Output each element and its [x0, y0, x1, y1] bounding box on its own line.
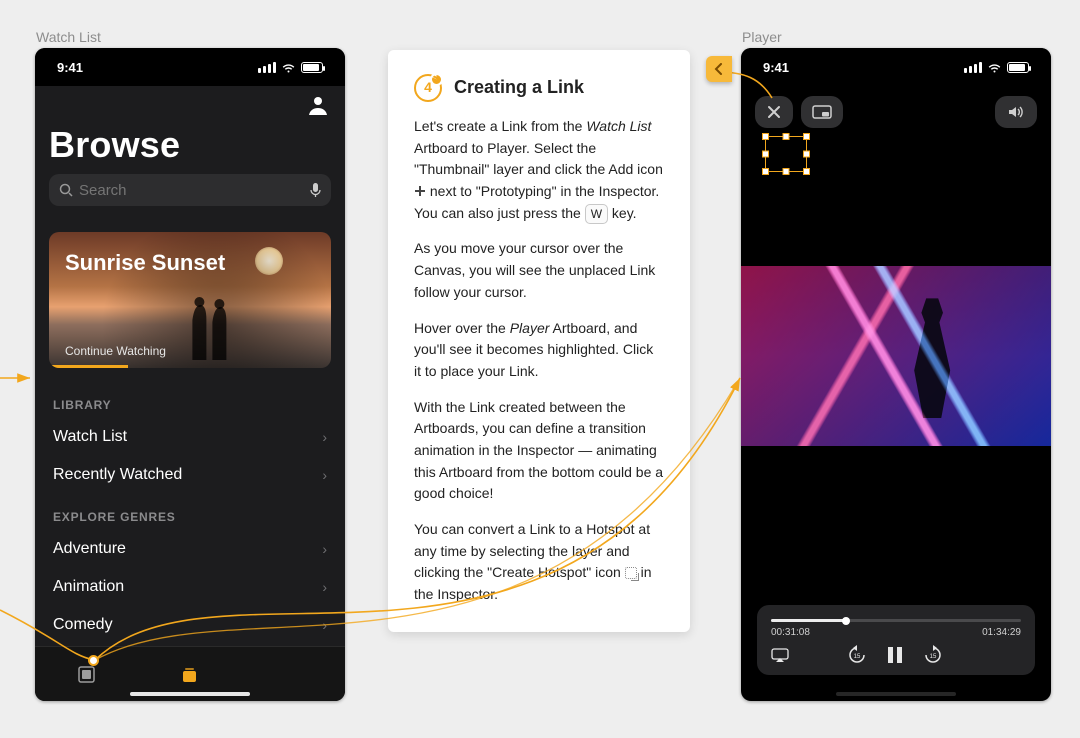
tutorial-paragraph: As you move your cursor over the Canvas,…: [414, 238, 664, 303]
pip-icon: [812, 105, 832, 119]
chevron-right-icon: ›: [322, 541, 327, 557]
hero-title: Sunrise Sunset: [49, 232, 331, 276]
link-origin-dot: [88, 655, 99, 666]
section-header-library: LIBRARY: [35, 382, 345, 418]
chevron-right-icon: ›: [322, 467, 327, 483]
time-elapsed: 00:31:08: [771, 627, 810, 638]
chevron-left-icon: [714, 63, 724, 75]
chevron-right-icon: ›: [322, 617, 327, 633]
tutorial-back-button[interactable]: [706, 56, 732, 82]
time-remaining: 01:34:29: [982, 627, 1021, 638]
artboard-watchlist[interactable]: 9:41 Browse Su: [35, 48, 345, 701]
forward-15-icon[interactable]: 15: [923, 645, 943, 665]
tutorial-paragraph: Hover over the Player Artboard, and you'…: [414, 318, 664, 383]
battery-icon: [1007, 62, 1029, 73]
back-15-icon[interactable]: 15: [847, 645, 867, 665]
artboard-label-player[interactable]: Player: [742, 29, 782, 45]
wifi-icon: [281, 62, 296, 73]
status-bar: 9:41: [741, 48, 1051, 86]
speaker-icon: [1007, 105, 1025, 119]
mic-icon[interactable]: [310, 182, 321, 198]
hero-artwork: [172, 290, 252, 360]
tutorial-title: Creating a Link: [454, 74, 584, 102]
player-controls: 00:31:08 01:34:29 15 15: [757, 605, 1035, 675]
scrubber[interactable]: [771, 619, 1021, 622]
artboard-label-watchlist[interactable]: Watch List: [36, 29, 101, 45]
page-title: Browse: [49, 122, 331, 174]
row-label: Adventure: [53, 540, 126, 558]
artboard-player[interactable]: 9:41 00:31:08: [741, 48, 1051, 701]
svg-text:15: 15: [930, 654, 937, 660]
scrubber-thumb[interactable]: [842, 617, 850, 625]
hotspot-icon: [625, 567, 637, 579]
plus-icon: [414, 185, 426, 197]
video-frame[interactable]: [741, 266, 1051, 446]
audio-button[interactable]: [995, 96, 1037, 128]
cellular-icon: [964, 62, 982, 73]
search-bar[interactable]: [49, 174, 331, 206]
tutorial-card: 4 Creating a Link Let's create a Link fr…: [388, 50, 690, 632]
search-icon: [59, 183, 73, 197]
row-label: Comedy: [53, 616, 113, 634]
player-top-bar: [741, 86, 1051, 136]
search-input[interactable]: [79, 182, 304, 199]
row-genre-adventure[interactable]: Adventure ›: [35, 530, 345, 568]
pause-icon[interactable]: [887, 646, 903, 664]
profile-icon[interactable]: [307, 94, 329, 116]
step-number-badge: 4: [414, 74, 442, 102]
close-icon: [767, 105, 781, 119]
chevron-right-icon: ›: [322, 429, 327, 445]
row-label: Watch List: [53, 428, 127, 446]
battery-icon: [301, 62, 323, 73]
close-button[interactable]: [755, 96, 793, 128]
keyboard-key: W: [585, 204, 608, 224]
tab-library-icon[interactable]: [77, 665, 96, 684]
row-recently-watched[interactable]: Recently Watched ›: [35, 456, 345, 494]
row-watch-list[interactable]: Watch List ›: [35, 418, 345, 456]
home-indicator[interactable]: [836, 692, 956, 696]
section-header-genres: EXPLORE GENRES: [35, 494, 345, 530]
status-bar: 9:41: [35, 48, 345, 86]
svg-text:15: 15: [854, 654, 861, 660]
tutorial-paragraph: Let's create a Link from the Watch List …: [414, 116, 664, 224]
row-label: Recently Watched: [53, 466, 182, 484]
status-time: 9:41: [57, 60, 83, 75]
hero-thumbnail[interactable]: Sunrise Sunset Continue Watching: [49, 232, 331, 368]
home-indicator[interactable]: [130, 692, 250, 696]
cellular-icon: [258, 62, 276, 73]
status-time: 9:41: [763, 60, 789, 75]
airplay-icon[interactable]: [771, 648, 789, 663]
layer-selection-outline[interactable]: [765, 136, 807, 172]
chevron-right-icon: ›: [322, 579, 327, 595]
hero-progress: [49, 365, 128, 368]
wifi-icon: [987, 62, 1002, 73]
row-genre-animation[interactable]: Animation ›: [35, 568, 345, 606]
row-genre-comedy[interactable]: Comedy ›: [35, 606, 345, 644]
tutorial-paragraph: With the Link created between the Artboa…: [414, 397, 664, 505]
tab-collection-icon[interactable]: [180, 665, 199, 684]
tutorial-paragraph: You can convert a Link to a Hotspot at a…: [414, 519, 664, 606]
hero-subtitle: Continue Watching: [65, 344, 166, 358]
row-label: Animation: [53, 578, 124, 596]
pip-button[interactable]: [801, 96, 843, 128]
